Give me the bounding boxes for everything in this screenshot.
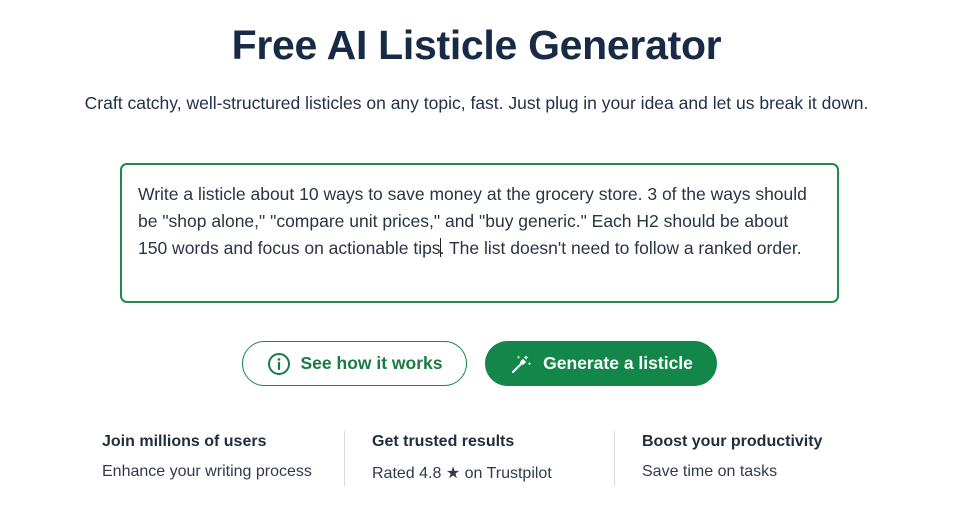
listicle-generator-page: Free AI Listicle Generator Craft catchy,… (0, 0, 953, 522)
see-how-it-works-label: See how it works (300, 353, 443, 373)
feature-divider (344, 431, 345, 486)
generate-listicle-button[interactable]: Generate a listicle (485, 341, 717, 386)
prompt-text: Write a listicle about 10 ways to save m… (138, 181, 821, 262)
feature-productivity: Boost your productivity Save time on tas… (642, 428, 822, 481)
feature-trusted-results: Get trusted results Rated 4.8 ★ on Trust… (372, 428, 552, 483)
feature-title: Join millions of users (102, 433, 267, 450)
page-title: Free AI Listicle Generator (231, 22, 722, 68)
feature-title: Get trusted results (372, 433, 515, 450)
prompt-textarea[interactable]: Write a listicle about 10 ways to save m… (120, 163, 839, 303)
feature-description: Rated 4.8 ★ on Trustpilot (372, 465, 552, 482)
feature-description: Save time on tasks (642, 463, 778, 480)
magic-wand-icon (509, 352, 533, 376)
feature-highlights: Join millions of users Enhance your writ… (0, 428, 953, 488)
generate-listicle-label: Generate a listicle (543, 353, 693, 373)
feature-title: Boost your productivity (642, 433, 823, 450)
feature-join-users: Join millions of users Enhance your writ… (102, 428, 312, 481)
feature-description: Enhance your writing process (102, 463, 312, 480)
info-circle-icon (267, 352, 291, 376)
prompt-text-after-caret: . The list doesn't need to follow a rank… (439, 238, 802, 258)
feature-divider (614, 431, 615, 486)
see-how-it-works-button[interactable]: See how it works (242, 341, 467, 386)
page-subtitle: Craft catchy, well-structured listicles … (84, 93, 869, 113)
